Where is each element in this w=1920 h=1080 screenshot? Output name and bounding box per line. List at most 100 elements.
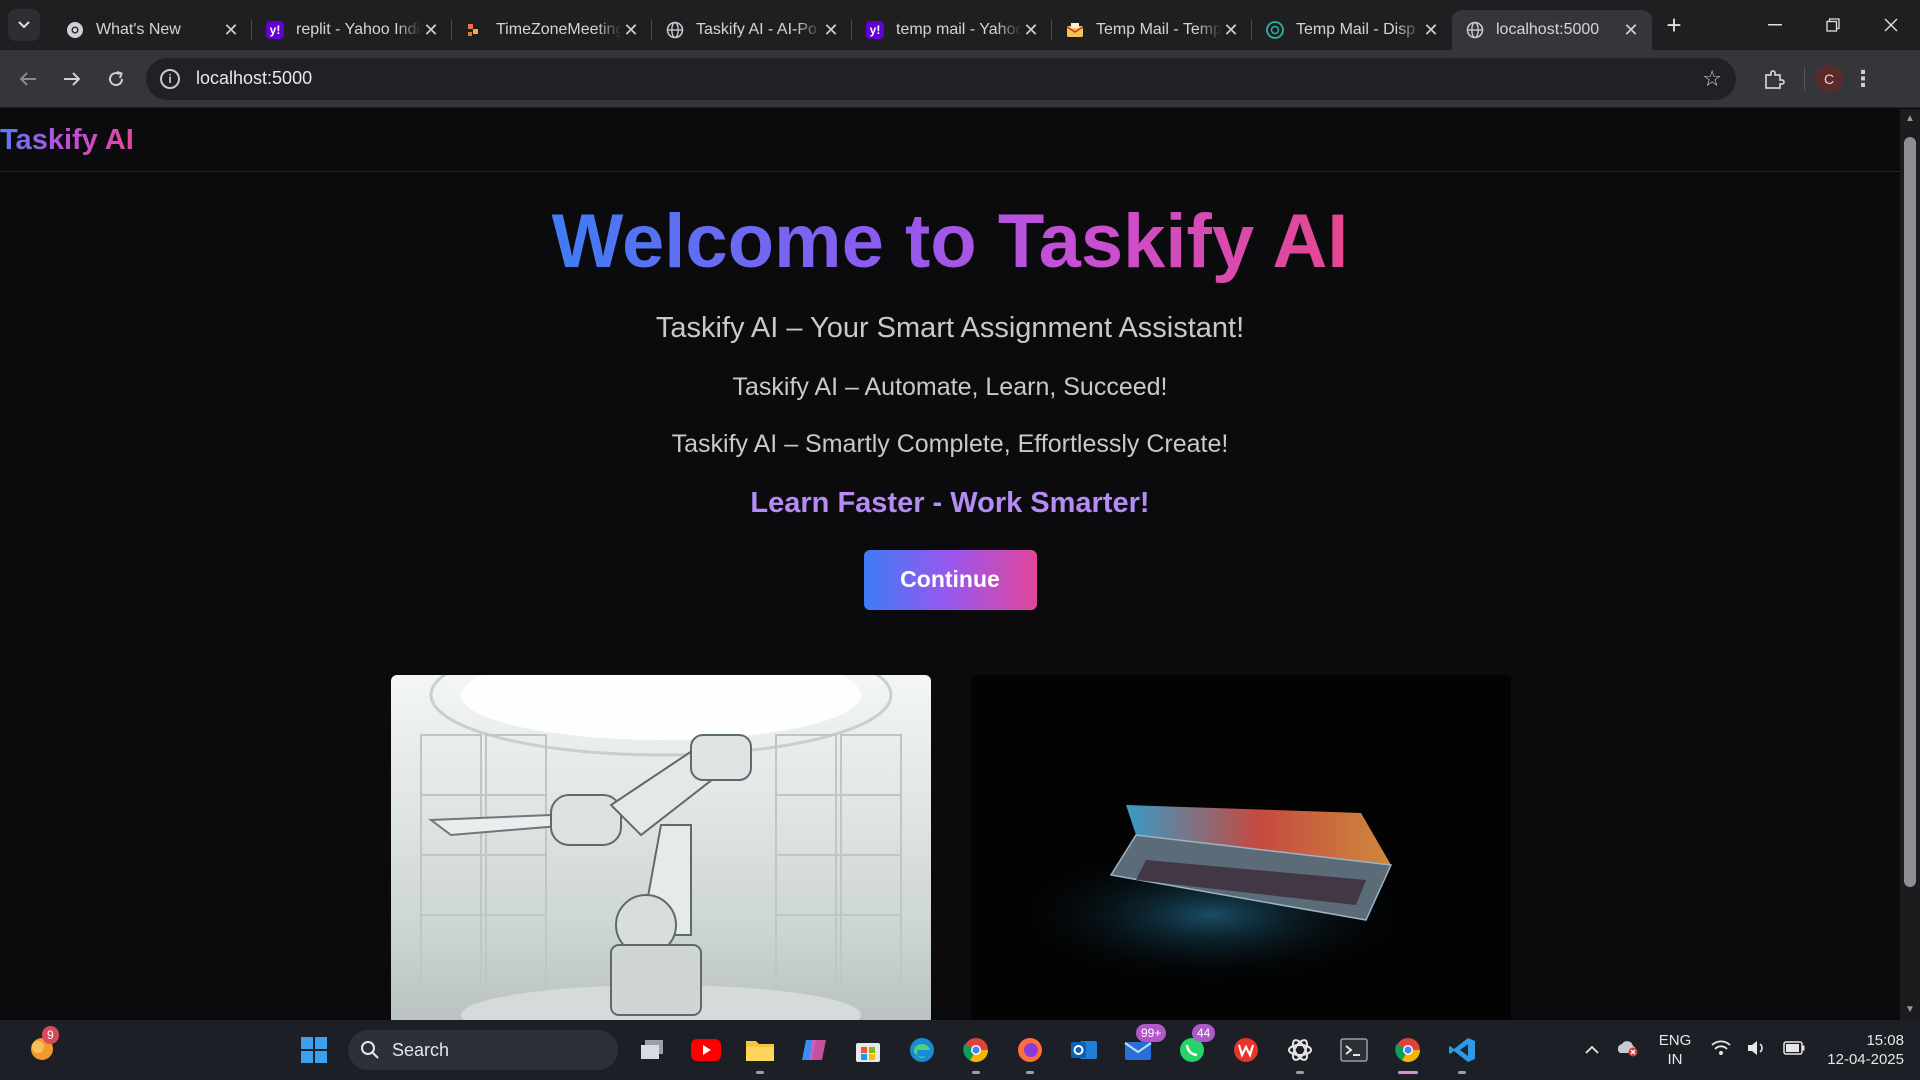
page-scrollbar[interactable]: ▲ ▼	[1900, 109, 1920, 1020]
tab-search-button[interactable]	[8, 9, 40, 41]
microsoft-store-icon[interactable]	[848, 1030, 888, 1070]
tab-title: replit - Yahoo India	[296, 21, 422, 38]
tab-title: Temp Mail - Temp	[1096, 21, 1222, 38]
mail-icon	[1066, 21, 1084, 39]
robot-arm-image	[391, 675, 931, 1020]
site-info-icon[interactable]: i	[160, 68, 180, 89]
system-tray: ENG IN 15:08 12-04-2025	[1577, 1020, 1904, 1080]
firefox-icon[interactable]	[1010, 1030, 1050, 1074]
tab-title: Taskify AI - AI-Po	[696, 21, 817, 38]
edge-icon[interactable]	[902, 1030, 942, 1070]
yahoo-icon: y!	[266, 21, 284, 39]
yahoo-icon: y!	[866, 21, 884, 39]
close-icon[interactable]: ✕	[1022, 20, 1040, 41]
tab-temp-mail-yahoo[interactable]: y! temp mail - Yahoo ✕	[851, 10, 1052, 50]
mail-badge: 99+	[1136, 1024, 1167, 1042]
close-icon[interactable]: ✕	[1622, 20, 1640, 41]
tab-title: What's New	[96, 21, 181, 38]
youtube-icon[interactable]	[686, 1030, 726, 1070]
task-view-icon[interactable]	[632, 1030, 672, 1070]
close-icon[interactable]: ✕	[822, 20, 840, 41]
laptop-image	[971, 675, 1511, 1020]
tagline-primary: Taskify AI – Your Smart Assignment Assis…	[655, 311, 1245, 344]
tab-temp-mail-disposable[interactable]: Temp Mail - Disp ✕	[1251, 10, 1452, 50]
onedrive-icon[interactable]	[1615, 1039, 1639, 1062]
tab-whats-new[interactable]: What's New ✕	[52, 10, 252, 50]
tab-title: localhost:5000	[1496, 21, 1600, 38]
site-navbar: Taskify AI	[0, 109, 1900, 172]
taskbar-search[interactable]: Search	[348, 1030, 618, 1070]
reload-icon[interactable]	[94, 57, 138, 101]
clock[interactable]: 15:08 12-04-2025	[1827, 1031, 1904, 1069]
volume-icon[interactable]	[1747, 1040, 1767, 1061]
tab-localhost[interactable]: localhost:5000 ✕	[1452, 10, 1652, 50]
language-indicator[interactable]: ENG IN	[1659, 1031, 1692, 1069]
tab-taskify-ai[interactable]: Taskify AI - AI-Po ✕	[651, 10, 852, 50]
chevron-down-icon	[18, 21, 30, 29]
bookmark-star-icon[interactable]: ☆	[1702, 66, 1722, 92]
close-icon[interactable]: ✕	[1422, 20, 1440, 41]
wifi-icon[interactable]	[1711, 1040, 1731, 1061]
weather-widget-icon[interactable]: 9	[28, 1026, 59, 1062]
tempmail-icon	[1266, 21, 1284, 39]
restore-icon[interactable]	[1804, 0, 1862, 50]
tagline-secondary: Taskify AI – Automate, Learn, Succeed!	[732, 372, 1168, 401]
file-explorer-icon[interactable]	[740, 1030, 780, 1074]
vscode-icon[interactable]	[1442, 1030, 1482, 1074]
widget-badge: 9	[42, 1026, 59, 1044]
chatgpt-icon[interactable]	[1280, 1030, 1320, 1074]
taskbar-apps: Search 99+ 44	[294, 1024, 1482, 1074]
scroll-thumb[interactable]	[1904, 137, 1916, 887]
minimize-icon[interactable]	[1746, 0, 1804, 50]
tab-temp-mail[interactable]: Temp Mail - Temp ✕	[1051, 10, 1252, 50]
close-icon[interactable]: ✕	[622, 20, 640, 41]
lang-bottom: IN	[1667, 1051, 1683, 1068]
tab-strip: What's New ✕ y! replit - Yahoo India ✕ T…	[0, 0, 1920, 50]
url-text[interactable]: localhost:5000	[196, 68, 312, 89]
close-window-icon[interactable]	[1862, 0, 1920, 50]
close-icon[interactable]: ✕	[422, 20, 440, 41]
mail-app-icon[interactable]: 99+	[1118, 1024, 1167, 1070]
globe-icon	[666, 21, 684, 39]
whatsapp-icon[interactable]: 44	[1172, 1024, 1216, 1070]
windows-taskbar: 9 Search 99+ 44 ENG IN 15:08 12-04-2025	[0, 1020, 1920, 1080]
profile-avatar[interactable]: C	[1815, 64, 1843, 93]
back-icon[interactable]	[6, 57, 50, 101]
tab-list: What's New ✕ y! replit - Yahoo India ✕ T…	[52, 0, 1652, 50]
battery-icon[interactable]	[1783, 1040, 1805, 1060]
page-title: Welcome to Taskify AI	[551, 199, 1349, 284]
chevron-up-icon[interactable]	[1585, 1041, 1599, 1059]
close-icon[interactable]: ✕	[222, 20, 240, 41]
close-icon[interactable]: ✕	[1222, 20, 1240, 41]
terminal-icon[interactable]	[1334, 1030, 1374, 1070]
lang-top: ENG	[1658, 1032, 1692, 1049]
tab-title: TimeZoneMeeting	[496, 21, 622, 38]
tab-replit-yahoo[interactable]: y! replit - Yahoo India ✕	[251, 10, 452, 50]
chrome-profile-icon[interactable]	[956, 1030, 996, 1074]
more-menu-icon[interactable]: ⋮	[1843, 59, 1883, 99]
search-label: Search	[392, 1039, 450, 1060]
copilot-icon[interactable]	[794, 1030, 834, 1070]
window-controls	[1746, 0, 1920, 50]
new-tab-button[interactable]: +	[1658, 9, 1690, 41]
wps-office-icon[interactable]	[1226, 1030, 1266, 1070]
extensions-puzzle-icon[interactable]	[1754, 59, 1794, 99]
chrome-icon[interactable]	[1388, 1030, 1428, 1074]
tab-timezone[interactable]: TimeZoneMeeting ✕	[451, 10, 652, 50]
search-icon	[361, 1041, 379, 1059]
windows-start-icon[interactable]	[294, 1030, 334, 1070]
address-bar[interactable]: i localhost:5000 ☆	[146, 57, 1736, 100]
hero-section: Welcome to Taskify AI Taskify AI – Your …	[0, 172, 1900, 610]
outlook-icon[interactable]	[1064, 1030, 1104, 1070]
brand-logo[interactable]: Taskify AI	[0, 124, 134, 157]
globe-icon	[1466, 21, 1484, 39]
tagline-tertiary: Taskify AI – Smartly Complete, Effortles…	[671, 429, 1229, 458]
toolbar-right: C ⋮	[1754, 59, 1883, 99]
tab-title: Temp Mail - Disp	[1296, 21, 1416, 38]
scroll-up-arrow-icon[interactable]: ▲	[1904, 113, 1916, 125]
browser-toolbar: i localhost:5000 ☆ C ⋮	[0, 50, 1920, 108]
feature-images	[391, 675, 1511, 1020]
scroll-down-arrow-icon[interactable]: ▼	[1904, 1004, 1916, 1016]
continue-button[interactable]: Continue	[863, 549, 1037, 610]
forward-icon[interactable]	[50, 57, 94, 101]
